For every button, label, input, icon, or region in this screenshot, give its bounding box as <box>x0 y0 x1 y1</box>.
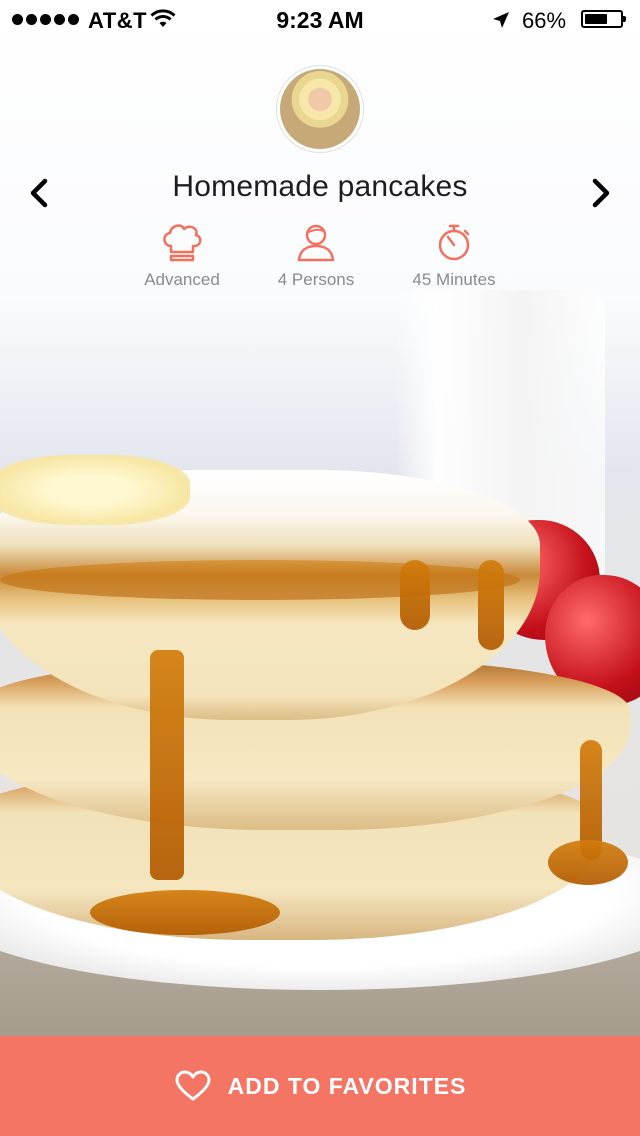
stopwatch-icon <box>438 224 470 261</box>
servings-label: 4 Persons <box>277 270 355 289</box>
syrup <box>0 560 520 600</box>
duration-label: 45 Minutes <box>412 270 496 289</box>
recipe-title: Homemade pancakes <box>172 170 468 203</box>
battery-fill <box>585 14 608 24</box>
syrup-drip <box>400 560 430 630</box>
servings-info: 4 Persons <box>251 222 381 290</box>
author-avatar[interactable] <box>277 66 363 152</box>
syrup-drip <box>478 560 504 650</box>
hero-photo <box>0 0 640 1040</box>
add-to-favorites-label: ADD TO FAVORITES <box>227 1072 467 1099</box>
heart-icon <box>175 1070 211 1101</box>
syrup-drip <box>150 650 184 880</box>
syrup-pool <box>90 890 280 935</box>
battery-percentage: 66% <box>522 8 567 33</box>
battery-icon <box>581 10 626 28</box>
location-arrow-icon <box>493 12 509 28</box>
status-bar: AT&T 9:23 AM 66% <box>0 0 640 40</box>
difficulty-label: Advanced <box>144 270 220 289</box>
add-to-favorites-button[interactable]: ADD TO FAVORITES <box>0 1036 640 1136</box>
next-recipe-icon[interactable] <box>590 178 612 208</box>
chef-hat-icon <box>163 224 202 262</box>
syrup-pool <box>548 840 628 885</box>
person-icon <box>297 224 335 262</box>
previous-recipe-icon[interactable] <box>28 178 50 208</box>
duration-info: 45 Minutes <box>389 222 519 290</box>
butter <box>0 455 190 525</box>
difficulty-info: Advanced <box>117 222 247 290</box>
